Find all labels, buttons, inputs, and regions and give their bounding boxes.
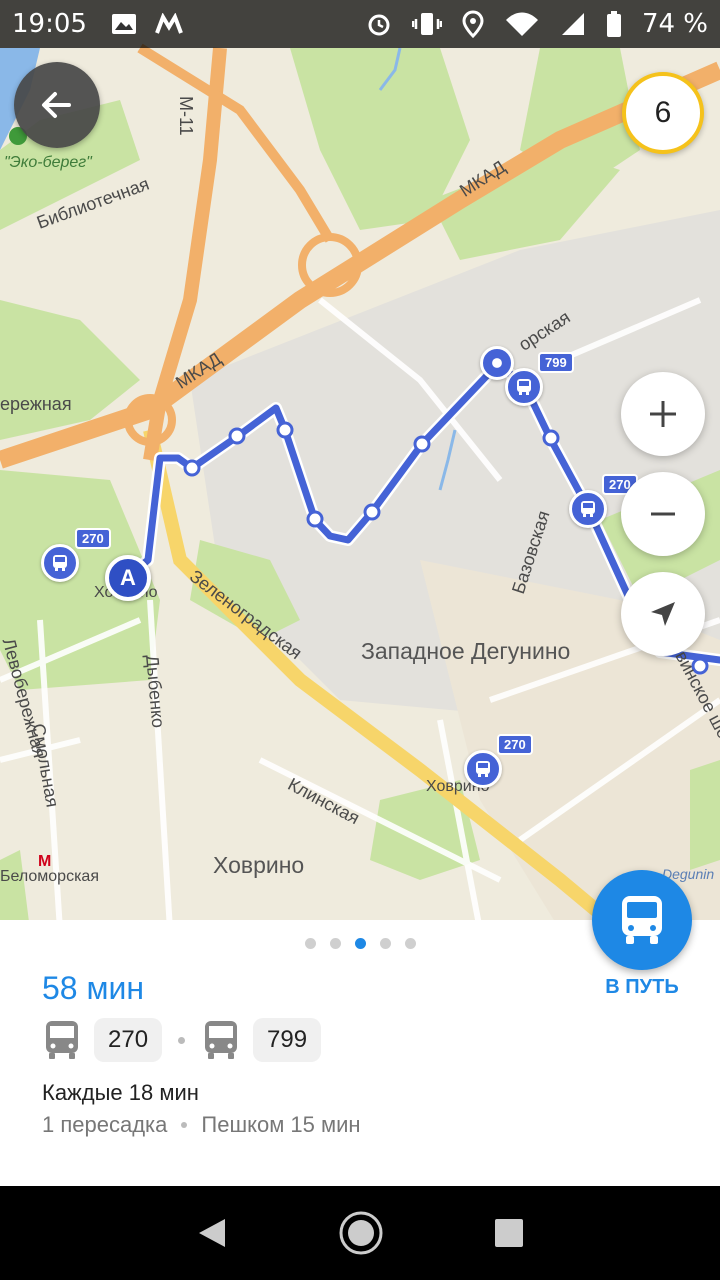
bus-icon (581, 501, 595, 517)
route-number-pill: 270 (94, 1018, 163, 1062)
zoom-in-button[interactable] (621, 372, 705, 456)
label-zapadnoe-degunino: Западное Дегунино (361, 638, 571, 664)
location-icon (462, 10, 484, 38)
battery-icon (606, 11, 621, 37)
vibrate-icon (411, 13, 442, 35)
arrow-left-icon (42, 92, 71, 118)
route-tag-270[interactable]: 270 (75, 528, 111, 549)
page-dot-active[interactable] (354, 938, 366, 949)
battery-percent: 74 % (641, 9, 708, 39)
bus-icon (53, 555, 67, 571)
my-location-button[interactable] (621, 572, 705, 656)
bus-stop-marker[interactable] (505, 368, 543, 406)
status-time: 19:05 (12, 9, 87, 39)
bus-icon (476, 761, 490, 777)
route-stop-marker[interactable] (480, 346, 514, 380)
page-dot[interactable] (379, 938, 391, 949)
page-dot[interactable] (404, 938, 416, 949)
system-navigation-bar (0, 1186, 720, 1280)
route-details: 1 пересадка Пешком 15 мин (42, 1112, 361, 1138)
route-tag-799[interactable]: 799 (538, 352, 574, 373)
bus-stop-marker[interactable] (569, 490, 607, 528)
map-view[interactable]: M "Эко-берег" Библиотечная М-11 МКАД МКА… (0, 0, 720, 930)
route-start-marker[interactable]: A (105, 555, 151, 601)
signal-icon (561, 13, 584, 35)
wifi-icon (505, 12, 538, 36)
separator-dot (178, 1036, 186, 1044)
label-naberezhnaya: ережная (0, 394, 72, 414)
transport-list: 270 799 (42, 1018, 322, 1062)
minus-icon (651, 512, 675, 516)
label-eco-bereg: "Эко-берег" (4, 154, 92, 171)
separator-dot (181, 1122, 188, 1128)
route-duration: 58 мин (42, 970, 145, 1006)
page-dot[interactable] (329, 938, 341, 949)
start-navigation-button[interactable] (592, 870, 692, 970)
bus-stop-marker[interactable] (464, 750, 502, 788)
route-options-count-badge[interactable]: 6 (622, 72, 704, 154)
bus-icon (201, 1018, 241, 1062)
zoom-out-button[interactable] (621, 472, 705, 556)
plus-icon (650, 401, 676, 427)
route-tag-270[interactable]: 270 (497, 734, 533, 755)
image-icon (111, 14, 136, 34)
bus-stop-marker[interactable] (41, 544, 79, 582)
back-nav-icon[interactable] (195, 1215, 229, 1251)
status-bar: 19:05 74 % (0, 0, 720, 48)
bus-icon (42, 1018, 82, 1062)
start-navigation-label[interactable]: В ПУТЬ (590, 976, 694, 999)
bus-icon (517, 379, 531, 395)
transfers-count: 1 пересадка (42, 1112, 168, 1137)
label-m11: М-11 (176, 96, 196, 136)
page-dot[interactable] (304, 938, 316, 949)
map-canvas[interactable]: M (0, 0, 720, 930)
alarm-icon (368, 14, 390, 36)
walking-time: Пешком 15 мин (201, 1112, 361, 1137)
label-belomorskaya: Беломорская (0, 868, 99, 885)
home-nav-icon[interactable] (338, 1210, 384, 1256)
recents-nav-icon[interactable] (493, 1217, 525, 1249)
app-notification-icon (155, 13, 183, 34)
label-khovrino-district: Ховрино (213, 852, 305, 878)
navigation-arrow-icon (651, 602, 675, 626)
route-frequency: Каждые 18 мин (42, 1080, 199, 1105)
route-number-pill: 799 (253, 1018, 322, 1062)
stop-icon (492, 358, 502, 368)
back-button[interactable] (14, 62, 100, 148)
bus-icon (622, 896, 662, 944)
